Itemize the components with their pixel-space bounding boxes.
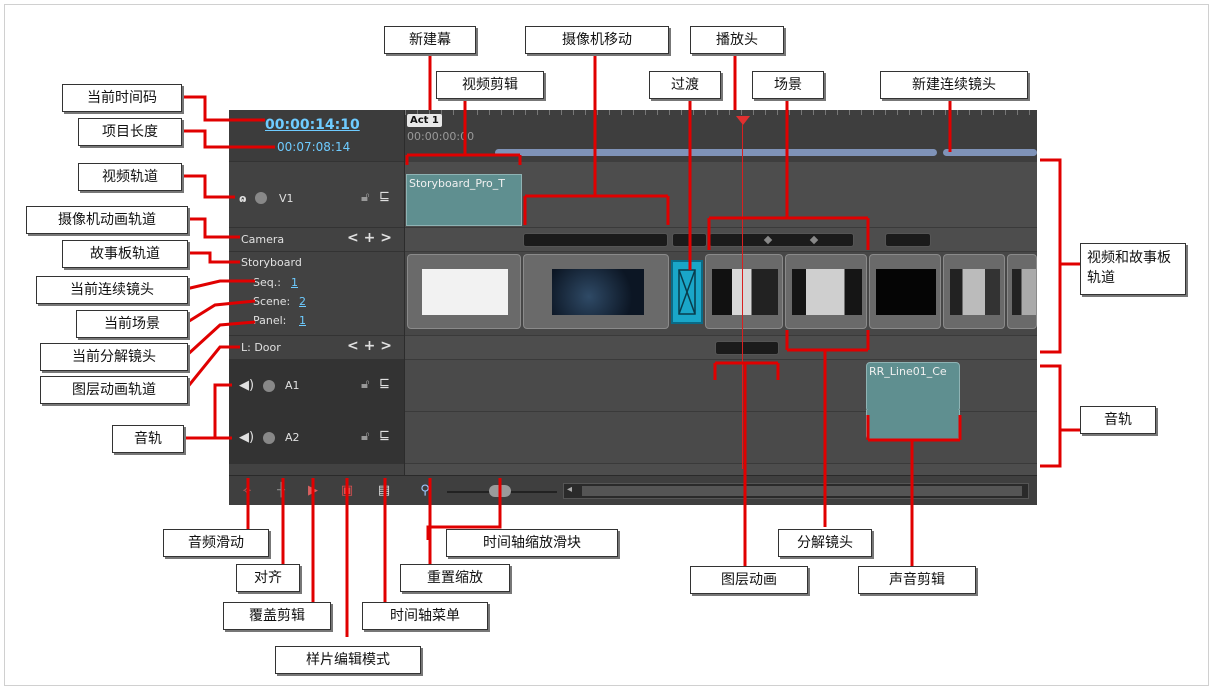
callout-sound-clip: 声音剪辑 xyxy=(858,566,976,594)
callout-layer-animation: 图层动画 xyxy=(690,566,808,594)
callout-camera-move: 摄像机移动 xyxy=(525,26,669,54)
line-current-scene xyxy=(185,299,256,325)
callout-video-clip: 视频剪辑 xyxy=(436,71,544,99)
callout-overwrite-clips: 覆盖剪辑 xyxy=(223,602,331,630)
line-video-track xyxy=(180,174,235,199)
callout-reset-zoom: 重置缩放 xyxy=(400,564,510,592)
callout-zoom-slider: 时间轴缩放滑块 xyxy=(446,529,618,557)
callout-sample-edit-mode: 样片编辑模式 xyxy=(275,646,421,674)
line-layer-animation xyxy=(713,361,780,566)
line-camera-track xyxy=(186,217,240,239)
callout-audio-track-right: 音轨 xyxy=(1080,406,1156,434)
line-project-length xyxy=(180,129,275,149)
callout-audio-tracks: 音轨 xyxy=(112,425,184,453)
callout-current-panel: 当前分解镜头 xyxy=(40,343,188,371)
callout-project-length: 项目长度 xyxy=(78,118,182,146)
line-current-sequence xyxy=(185,279,255,291)
line-audio-tracks xyxy=(182,383,232,440)
callout-snap: 对齐 xyxy=(236,564,300,592)
callout-playhead: 播放头 xyxy=(690,26,784,54)
line-layer-track xyxy=(184,345,240,390)
line-audio-track-right xyxy=(1040,364,1080,468)
callout-panel: 分解镜头 xyxy=(778,529,872,557)
callout-transition: 过渡 xyxy=(649,71,721,99)
callout-layer-track: 图层动画轨道 xyxy=(40,376,188,404)
line-video-clip xyxy=(405,98,522,165)
callout-audio-scrub: 音频滑动 xyxy=(163,529,269,557)
line-camera-move xyxy=(523,52,670,225)
callout-current-sequence: 当前连续镜头 xyxy=(36,276,188,304)
callout-timeline-menu: 时间轴菜单 xyxy=(362,602,488,630)
line-sound-clip xyxy=(866,415,962,566)
callout-new-act: 新建幕 xyxy=(384,26,476,54)
line-scene xyxy=(707,97,870,250)
line-current-timecode xyxy=(180,95,265,122)
callout-current-timecode: 当前时间码 xyxy=(62,84,182,112)
callout-new-sequence: 新建连续镜头 xyxy=(880,71,1028,99)
line-current-panel xyxy=(184,320,256,358)
callout-camera-track: 摄像机动画轨道 xyxy=(26,206,188,234)
line-storyboard-track xyxy=(186,251,240,264)
callout-video-storyboard-tracks: 视频和故事板轨道 xyxy=(1080,243,1186,295)
callout-storyboard-track: 故事板轨道 xyxy=(62,240,188,268)
callout-current-scene: 当前场景 xyxy=(76,310,188,338)
line-panel xyxy=(785,330,870,527)
line-video-storyboard-tracks xyxy=(1040,158,1080,354)
callout-scene: 场景 xyxy=(752,71,824,99)
callout-video-track: 视频轨道 xyxy=(78,163,182,191)
